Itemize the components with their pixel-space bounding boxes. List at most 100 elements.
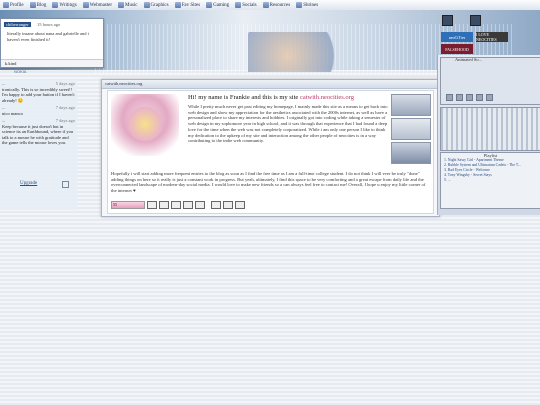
comment-author[interactable]: ... [2,105,5,111]
nav-item-gaming[interactable]: Gaming [203,2,232,8]
nav-label: Gaming [213,2,230,8]
headline-text: Hi! my name is Frankie and this is my si… [188,94,299,101]
nav-item-music[interactable]: Music [115,2,141,8]
chat-footer-label: k.kind [5,61,17,66]
player-screen: Animated So... [440,57,540,105]
comment-time: 5 days ago [55,81,75,86]
second-paragraph: Hopefully i will start adding more frequ… [111,171,426,194]
thumbnail-image [391,142,431,164]
comment-entry: ... 5 days ago ironically. This is so inc… [0,80,77,104]
main-titlebar: catwith.neocities.org [102,80,439,89]
equalizer[interactable] [440,107,540,151]
nav-label: Blog [36,2,47,8]
badge-row: 55 [111,201,245,209]
app-icon[interactable] [470,15,481,26]
nav-item-resources[interactable]: Resources [260,2,294,8]
comment-text: nico manco [2,110,23,116]
comment-time: 7 days ago [55,118,75,123]
nav-icon [82,2,89,8]
chat-widget: chiherranger 15 hours ago literally insa… [0,18,104,68]
nav-label: Fav Sites [181,2,201,8]
nav-item-writings[interactable]: Writings [49,2,79,8]
pause-icon[interactable] [466,94,473,101]
comment-sidebar: ... 5 days ago ironically. This is so inc… [0,80,77,210]
top-right-icons [470,15,481,26]
chat-host-label: NOKIA [14,69,27,74]
nav-label: Music [125,2,138,8]
nav-icon [118,2,125,8]
main-body: Hi! my name is Frankie and this is my si… [107,90,434,214]
nav-label: Writings [59,2,77,8]
banner-artwork [248,32,348,72]
nav-item-graphics[interactable]: Graphics [141,2,172,8]
prev-icon[interactable] [446,94,453,101]
nav-label: Resources [269,2,291,8]
nav-icon [235,2,242,8]
comment-author[interactable]: ... [2,118,5,124]
window-title: catwith.neocities.org [105,81,143,86]
view-counter-badge: 55 [111,201,145,209]
top-right-icons [442,15,453,26]
nav-item-profile[interactable]: Profile [0,2,27,8]
nav-label: Shrines [303,2,319,8]
stop-icon[interactable] [476,94,483,101]
badge-box[interactable] [195,201,205,209]
comment-text: ironically. This is so incredibly sweet!… [2,86,75,103]
nav-icon [29,2,36,8]
view-count: 55 [113,202,117,207]
nav-icon [174,2,181,8]
neocities-blinkie[interactable]: neoCiTies [441,32,473,42]
playlist-track[interactable]: 5. ... [441,178,540,183]
nav-label: Webmaster [89,2,113,8]
comment-entry: ... 7 days ago Keep because it just doesn… [0,117,77,147]
upgrade-link[interactable]: Upgrade [20,181,37,186]
badge-box[interactable] [235,201,245,209]
nav-item-shrines[interactable]: Shrines [293,2,321,8]
badge-box[interactable] [211,201,221,209]
nav-icon [3,2,9,8]
nav-label: Socials [242,2,257,8]
chat-timestamp: 15 hours ago [37,22,61,27]
nav-icon [143,2,150,8]
nav-icon [52,2,59,8]
chat-message: literally insane about nana and gabriell… [7,31,89,42]
nav-icon [262,2,269,8]
player-controls [446,94,493,101]
profile-portrait [111,94,179,156]
badge-box[interactable] [171,201,181,209]
badge-box[interactable] [159,201,169,209]
playlist: Playlist 1. Night Sassy Girl - Apartment… [440,152,540,209]
chat-footer: k.kind [1,59,103,67]
page-headline: Hi! my name is Frankie and this is my si… [188,94,354,101]
comment-time: 7 days ago [55,105,75,110]
intro-paragraph: While I pretty much never get past editi… [188,104,388,144]
badge-box[interactable] [183,201,193,209]
main-window: catwith.neocities.org Hi! my name is Fra… [101,79,440,217]
nav-icon [206,2,213,8]
blinkie-small[interactable]: FALSEHOOD [441,44,473,54]
blinkie-right[interactable]: I LOVE NEOCITIES [476,32,508,42]
badge-box[interactable] [147,201,157,209]
comment-author[interactable]: ... [2,81,5,87]
chat-username[interactable]: chiherranger [4,22,31,27]
nav-item-webmaster[interactable]: Webmaster [80,2,115,8]
music-player: Animated So... Playlist 1. Night Sassy G… [437,55,540,215]
badge-box[interactable] [223,201,233,209]
play-icon[interactable] [456,94,463,101]
nav-label: Graphics [150,2,169,8]
comment-text: Keep because it just doesn't but in scie… [2,123,74,146]
site-link[interactable]: catwith.neocities.org [300,94,354,101]
nav-item-blog[interactable]: Blog [27,2,50,8]
comment-entry: ... 7 days ago nico manco [0,104,77,117]
nav-item-fav-sites[interactable]: Fav Sites [172,2,203,8]
external-link-icon[interactable] [62,181,69,188]
nav-item-socials[interactable]: Socials [232,2,259,8]
star-decoration [125,104,165,144]
app-icon[interactable] [442,15,453,26]
thumbnail-image [391,94,431,116]
player-title: Animated So... [455,57,482,62]
next-icon[interactable] [486,94,493,101]
nav-label: Profile [10,2,24,8]
thumbnail-image [391,118,431,140]
nav-icon [296,2,303,8]
